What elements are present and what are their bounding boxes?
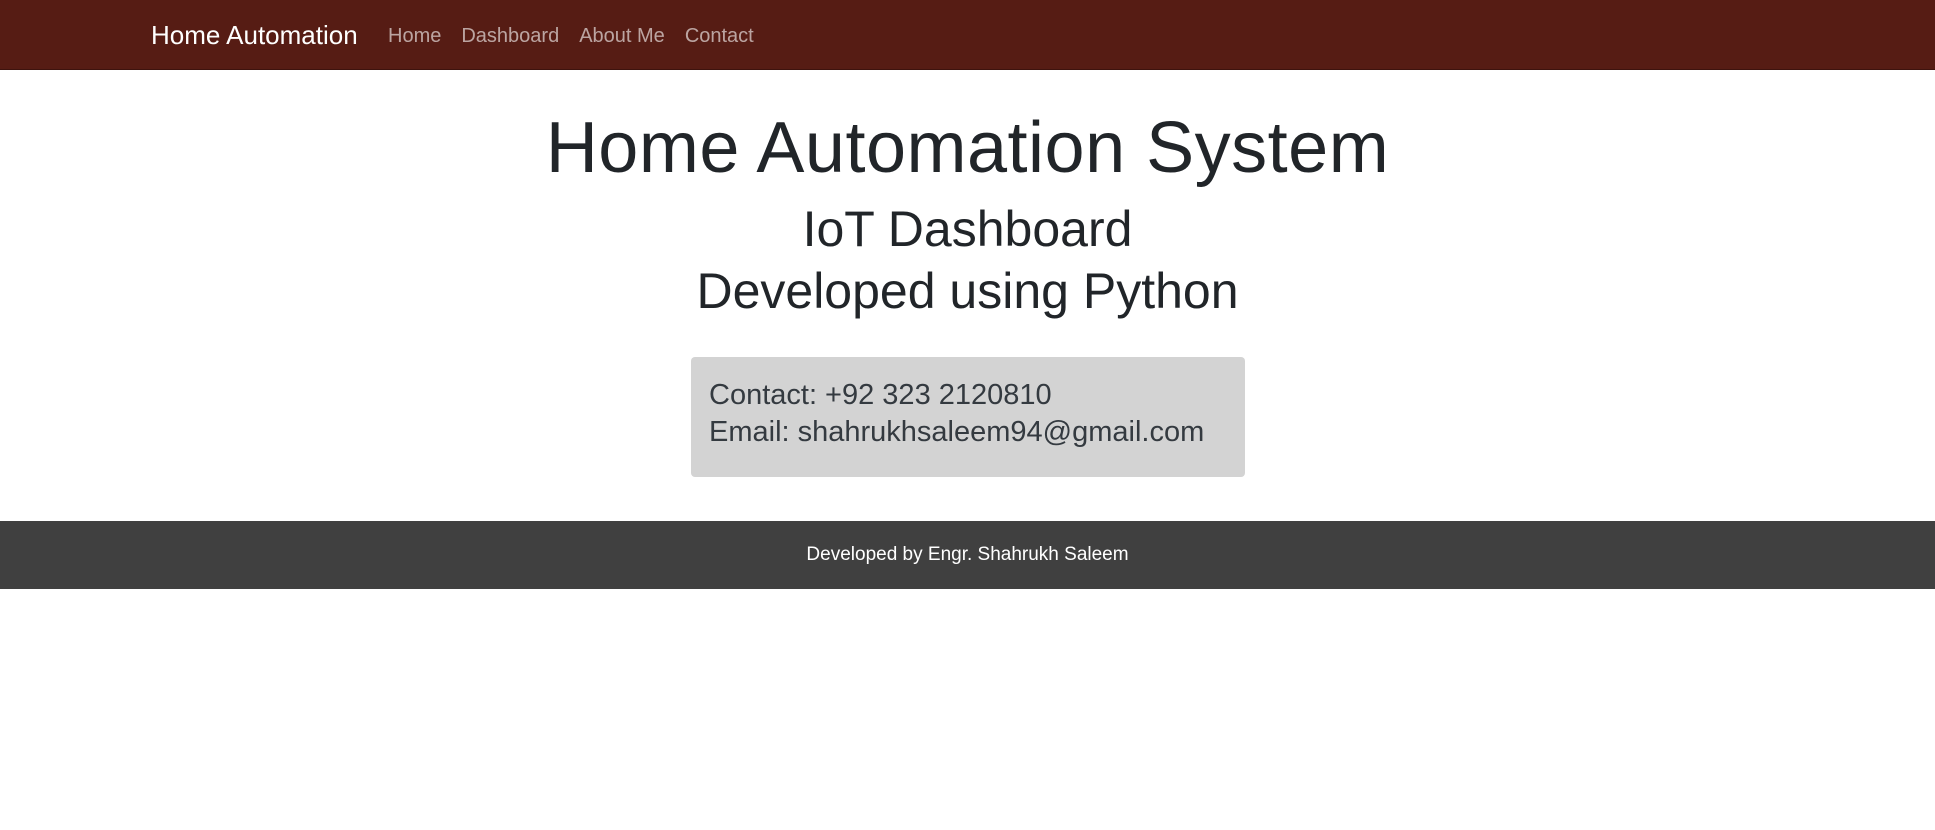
contact-phone: Contact: +92 323 2120810 xyxy=(709,379,1052,411)
brand-link[interactable]: Home Automation xyxy=(151,18,358,52)
hero-subtitle-dashboard: IoT Dashboard xyxy=(802,201,1133,257)
footer-text: Developed by Engr. Shahrukh Saleem xyxy=(806,544,1129,565)
page-footer: Developed by Engr. Shahrukh Saleem xyxy=(0,521,1935,589)
nav-link-about-me[interactable]: About Me xyxy=(579,25,665,47)
top-navbar: Home Automation Home Dashboard About Me … xyxy=(0,0,1935,70)
nav-link-home[interactable]: Home xyxy=(388,25,441,47)
nav-item-about-me: About Me xyxy=(579,21,665,51)
page-title: Home Automation System xyxy=(545,108,1390,188)
hero-section: Home Automation System IoT Dashboard Dev… xyxy=(0,98,1935,322)
nav-link-dashboard[interactable]: Dashboard xyxy=(461,25,559,47)
contact-info-box: Contact: +92 323 2120810 Email: shahrukh… xyxy=(691,357,1245,477)
nav-link-contact[interactable]: Contact xyxy=(685,25,754,47)
nav-item-home: Home xyxy=(388,21,441,51)
contact-email: Email: shahrukhsaleem94@gmail.com xyxy=(709,416,1205,448)
nav-links: Home Dashboard About Me Contact xyxy=(388,21,754,51)
nav-item-contact: Contact xyxy=(685,21,754,51)
nav-item-dashboard: Dashboard xyxy=(461,21,559,51)
hero-subtitle-python: Developed using Python xyxy=(696,263,1239,319)
